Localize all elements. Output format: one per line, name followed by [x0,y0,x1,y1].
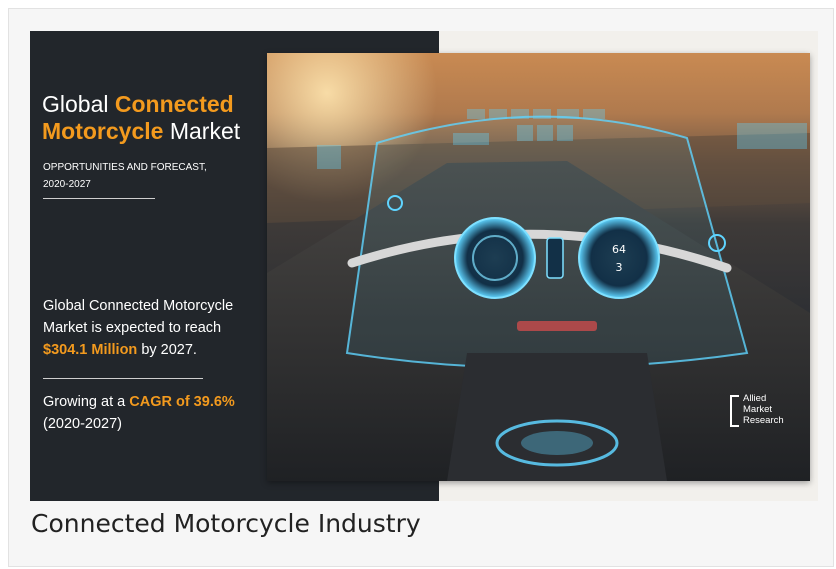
market-infographic: Global Connected Motorcycle Market OPPOR… [30,31,818,501]
market-value: $304.1 Million [43,342,138,358]
market-size-statement: Global Connected Motorcycle Market is ex… [43,295,271,361]
stat1-line2: Market is expected to reach [43,320,222,336]
subtitle-line2: 2020-2027 [43,179,91,190]
left-gauge [454,217,536,299]
motorcycle-hud-image: 64 3 Allied Market Research [267,53,810,481]
logo-mark-icon [730,395,739,427]
divider [43,198,155,199]
stat1-line1: Global Connected Motorcycle [43,298,234,314]
right-gauge [578,217,660,299]
battery-icon [546,237,564,279]
divider [43,378,203,379]
indicator-bar [517,321,597,331]
figure-frame: Global Connected Motorcycle Market OPPOR… [8,8,834,567]
fuel-tank [447,353,667,481]
logo-line3: Research [743,415,784,426]
title-part-market: Market [163,118,241,144]
market-value-suffix: by 2027. [137,342,197,358]
title-part-motorcycle: Motorcycle [42,118,164,144]
hud-speed-readout: 64 [612,243,626,256]
image-caption: Connected Motorcycle Industry [31,509,421,538]
motorcycle-hud-illustration: 64 3 [267,53,810,481]
cagr-value: CAGR of 39.6% [129,394,235,410]
allied-market-research-logo: Allied Market Research [730,393,810,433]
logo-line1: Allied [743,393,767,404]
tank-glow-core [521,431,593,455]
title-part-global: Global [42,91,115,117]
cagr-prefix: Growing at a [43,394,130,410]
logo-line2: Market [743,404,773,415]
cagr-period: (2020-2027) [43,416,122,432]
subtitle-line1: OPPORTUNITIES AND FORECAST, [43,162,207,173]
stat1-line3: $304.1 Million by 2027. [43,339,271,361]
infographic-title: Global Connected Motorcycle Market [42,91,292,145]
cagr-line: Growing at a CAGR of 39.6% [43,391,271,413]
title-part-connected: Connected [114,91,234,117]
cagr-statement: Growing at a CAGR of 39.6% (2020-2027) [43,391,271,435]
hud-gear-readout: 3 [616,261,623,274]
logo-text: Allied Market Research [743,393,784,426]
infographic-subtitle: OPPORTUNITIES AND FORECAST, 2020-2027 [43,159,243,193]
